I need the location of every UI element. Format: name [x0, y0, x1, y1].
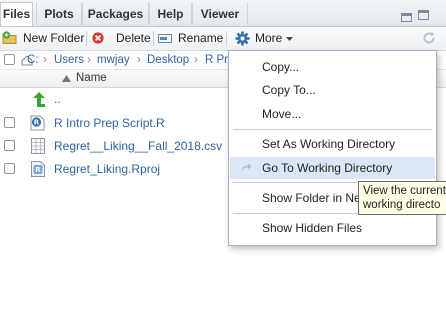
file-checkbox[interactable]	[4, 163, 15, 174]
rename-label: Rename	[178, 31, 224, 45]
file-checkbox[interactable]	[4, 140, 15, 151]
breadcrumb-desktop[interactable]: Desktop	[147, 51, 189, 69]
file-name[interactable]: Regret_Liking.Rproj	[54, 158, 160, 181]
csv-file-icon	[31, 138, 45, 154]
parent-directory-link[interactable]: ..	[54, 88, 61, 111]
breadcrumb-separator: ›	[43, 54, 47, 66]
minimize-pane-icon[interactable]	[401, 13, 412, 22]
maximize-pane-icon[interactable]	[418, 10, 429, 20]
breadcrumb-c[interactable]: C:	[27, 51, 39, 69]
svg-text:R: R	[34, 119, 40, 127]
refresh-icon[interactable]	[422, 31, 436, 45]
rproj-file-icon: R	[31, 161, 45, 177]
delete-button[interactable]: Delete	[92, 27, 151, 50]
delete-icon	[92, 32, 104, 44]
menu-item-show-hidden-files[interactable]: Show Hidden Files	[230, 217, 435, 239]
menu-item-copy[interactable]: Copy...	[230, 56, 435, 78]
file-name[interactable]: R Intro Prep Script.R	[54, 112, 165, 135]
menu-item-go-to-working-directory[interactable]: Go To Working Directory	[230, 157, 435, 179]
tooltip: View the current working directo	[358, 181, 446, 215]
menu-separator	[233, 129, 432, 130]
breadcrumb-separator: ›	[194, 54, 198, 66]
breadcrumb-separator: ›	[137, 54, 141, 66]
rename-button[interactable]: Rename	[158, 27, 224, 50]
menu-item-label: Set As Working Directory	[262, 137, 396, 151]
tab-plots[interactable]: Plots	[36, 3, 82, 25]
delete-label: Delete	[116, 31, 151, 45]
tab-help[interactable]: Help	[149, 3, 192, 25]
menu-item-label: Copy...	[262, 60, 300, 74]
toolbar-divider	[153, 31, 154, 46]
breadcrumb-users[interactable]: Users	[54, 51, 84, 69]
tab-viewer[interactable]: Viewer	[192, 3, 248, 25]
tab-files[interactable]: Files	[0, 2, 33, 26]
new-folder-icon	[2, 31, 17, 44]
pane-tab-bar: Files Plots Packages Help Viewer	[0, 0, 446, 27]
go-to-arrow-icon	[241, 163, 252, 171]
more-label: More	[255, 31, 283, 45]
rename-icon	[158, 34, 172, 43]
files-toolbar: New Folder Delete Rename More	[0, 27, 446, 51]
toolbar-divider	[86, 31, 87, 46]
menu-item-label: Move...	[262, 107, 302, 121]
toolbar-divider	[226, 31, 227, 46]
file-name[interactable]: Regret__Liking__Fall_2018.csv	[54, 135, 222, 158]
menu-item-label: Show Hidden Files	[262, 221, 363, 235]
up-arrow-icon	[33, 92, 45, 107]
menu-item-copy-to[interactable]: Copy To...	[230, 79, 435, 101]
more-button[interactable]: More	[229, 27, 295, 50]
menu-item-label: Show Folder in Ne	[262, 191, 361, 205]
tab-packages[interactable]: Packages	[82, 3, 149, 25]
r-script-icon: R	[30, 115, 45, 131]
breadcrumb-mwjay[interactable]: mwjay	[97, 51, 130, 69]
sort-ascending-icon[interactable]	[62, 75, 71, 82]
gear-icon	[235, 31, 250, 46]
column-header-name[interactable]: Name	[76, 70, 107, 87]
menu-item-move[interactable]: Move...	[230, 103, 435, 125]
menu-item-set-working-directory[interactable]: Set As Working Directory	[230, 133, 435, 155]
chevron-down-icon	[286, 37, 293, 41]
tooltip-line: working directo	[363, 199, 441, 211]
new-folder-label: New Folder	[23, 31, 85, 45]
breadcrumb-separator: ›	[87, 54, 91, 66]
select-all-checkbox[interactable]	[4, 54, 15, 65]
menu-item-label: Copy To...	[262, 83, 316, 97]
more-dropdown-menu: Copy... Copy To... Move... Set As Workin…	[228, 50, 437, 246]
tooltip-line: View the current	[363, 185, 446, 197]
svg-text:R: R	[35, 166, 41, 174]
menu-item-label: Go To Working Directory	[262, 161, 393, 175]
file-checkbox[interactable]	[4, 117, 15, 128]
new-folder-button[interactable]: New Folder	[2, 27, 85, 50]
